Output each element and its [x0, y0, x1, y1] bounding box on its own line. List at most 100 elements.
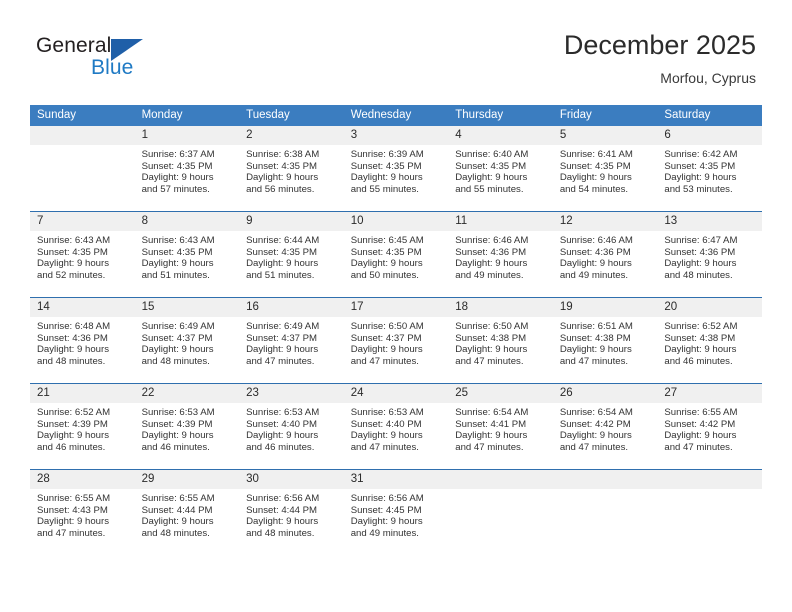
day-number: 4 [448, 126, 553, 145]
weekday-header-saturday: Saturday [657, 105, 762, 126]
calendar-day-cell[interactable]: 2 Sunrise: 6:38 AM Sunset: 4:35 PM Daylight… [239, 126, 344, 212]
calendar-day-cell[interactable] [30, 126, 135, 212]
day-detail-sunset: Sunset: 4:35 PM [559, 160, 631, 172]
day-detail-sunset: Sunset: 4:37 PM [350, 332, 422, 344]
day-detail-sunset: Sunset: 4:38 PM [455, 332, 527, 344]
day-details: Sunrise: 6:38 AM Sunset: 4:35 PM Daylight:… [239, 145, 344, 195]
calendar-day-cell[interactable]: 28 Sunrise: 6:55 AM Sunset: 4:43 PM Dayligh… [30, 469, 135, 555]
calendar-day-cell[interactable]: 11 Sunrise: 6:46 AM Sunset: 4:36 PM Dayligh… [448, 211, 553, 298]
day-number: 3 [343, 126, 449, 145]
day-detail-daylight-1: Daylight: 9 hours [350, 344, 423, 356]
day-detail-sunrise: Sunrise: 6:52 AM [664, 321, 738, 332]
calendar-day-cell[interactable]: 8 Sunrise: 6:43 AM Sunset: 4:35 PM Daylight… [134, 211, 240, 298]
calendar-day-cell[interactable] [448, 469, 553, 555]
calendar-day-cell[interactable]: 29 Sunrise: 6:55 AM Sunset: 4:44 PM Dayligh… [134, 469, 240, 555]
day-detail-daylight-1: Daylight: 9 hours [246, 344, 319, 356]
calendar-week-row: 14 Sunrise: 6:48 AM Sunset: 4:36 PM Dayligh… [30, 297, 762, 384]
calendar-day-cell[interactable]: 21 Sunrise: 6:52 AM Sunset: 4:39 PM Dayligh… [30, 383, 135, 470]
day-detail-sunrise: Sunrise: 6:46 AM [455, 235, 529, 246]
day-detail-daylight-1: Daylight: 9 hours [559, 344, 632, 356]
calendar-day-cell[interactable]: 26 Sunrise: 6:54 AM Sunset: 4:42 PM Dayligh… [552, 383, 658, 470]
calendar-day-cell[interactable] [657, 469, 762, 555]
day-details: Sunrise: 6:54 AM Sunset: 4:41 PM Daylight:… [448, 403, 553, 453]
calendar-day-cell[interactable]: 30 Sunrise: 6:56 AM Sunset: 4:44 PM Dayligh… [239, 469, 344, 555]
calendar-day-cell[interactable]: 22 Sunrise: 6:53 AM Sunset: 4:39 PM Dayligh… [134, 383, 240, 470]
calendar-day-cell[interactable]: 15 Sunrise: 6:49 AM Sunset: 4:37 PM Dayligh… [134, 297, 240, 384]
day-cell-content: 10 Sunrise: 6:45 AM Sunset: 4:35 PM Dayligh… [343, 212, 449, 297]
day-detail-sunrise: Sunrise: 6:37 AM [141, 149, 215, 160]
calendar-day-cell[interactable]: 10 Sunrise: 6:45 AM Sunset: 4:35 PM Dayligh… [343, 211, 449, 298]
calendar-table: Sunday Monday Tuesday Wednesday Thursday… [30, 105, 762, 555]
day-detail-daylight-2: and 52 minutes. [37, 269, 106, 281]
day-detail-daylight-2: and 49 minutes. [455, 269, 524, 281]
day-detail-sunrise: Sunrise: 6:41 AM [559, 149, 633, 160]
general-blue-logo[interactable]: General Blue [36, 34, 276, 88]
day-number: 6 [657, 126, 762, 145]
day-number: 9 [239, 212, 344, 231]
day-details: Sunrise: 6:44 AM Sunset: 4:35 PM Daylight:… [239, 231, 344, 281]
day-detail-sunset: Sunset: 4:35 PM [37, 246, 108, 258]
day-detail-sunset: Sunset: 4:36 PM [664, 246, 736, 258]
calendar-week-row: 7 Sunrise: 6:43 AM Sunset: 4:35 PM Daylight… [30, 211, 762, 298]
day-detail-sunset: Sunset: 4:45 PM [350, 504, 422, 516]
day-details: Sunrise: 6:56 AM Sunset: 4:45 PM Daylight:… [344, 489, 449, 539]
calendar-day-cell[interactable]: 5 Sunrise: 6:41 AM Sunset: 4:35 PM Daylight… [552, 126, 658, 212]
calendar-day-cell[interactable]: 13 Sunrise: 6:47 AM Sunset: 4:36 PM Dayligh… [657, 211, 762, 298]
day-detail-daylight-1: Daylight: 9 hours [141, 430, 214, 442]
calendar-week-row: 28 Sunrise: 6:55 AM Sunset: 4:43 PM Dayligh… [30, 469, 762, 555]
day-detail-daylight-2: and 50 minutes. [350, 269, 419, 281]
day-details: Sunrise: 6:49 AM Sunset: 4:37 PM Daylight:… [135, 317, 240, 367]
day-cell-content: 9 Sunrise: 6:44 AM Sunset: 4:35 PM Daylight… [239, 212, 344, 297]
calendar-day-cell[interactable]: 19 Sunrise: 6:51 AM Sunset: 4:38 PM Dayligh… [552, 297, 658, 384]
day-detail-sunrise: Sunrise: 6:39 AM [350, 149, 424, 160]
day-details: Sunrise: 6:50 AM Sunset: 4:37 PM Daylight:… [344, 317, 449, 367]
calendar-day-cell[interactable]: 31 Sunrise: 6:56 AM Sunset: 4:45 PM Dayligh… [343, 469, 449, 555]
day-number: 17 [343, 298, 449, 317]
day-number: 2 [239, 126, 344, 145]
calendar-day-cell[interactable]: 14 Sunrise: 6:48 AM Sunset: 4:36 PM Dayligh… [30, 297, 135, 384]
day-detail-daylight-2: and 51 minutes. [141, 269, 210, 281]
day-cell-content: 27 Sunrise: 6:55 AM Sunset: 4:42 PM Dayligh… [657, 384, 762, 469]
calendar-day-cell[interactable]: 17 Sunrise: 6:50 AM Sunset: 4:37 PM Dayligh… [343, 297, 449, 384]
day-number: 18 [448, 298, 553, 317]
calendar-day-cell[interactable]: 4 Sunrise: 6:40 AM Sunset: 4:35 PM Daylight… [448, 126, 553, 212]
day-detail-daylight-1: Daylight: 9 hours [246, 516, 319, 528]
day-cell-content: 15 Sunrise: 6:49 AM Sunset: 4:37 PM Dayligh… [134, 298, 240, 383]
day-detail-sunset: Sunset: 4:36 PM [455, 246, 527, 258]
day-details: Sunrise: 6:55 AM Sunset: 4:43 PM Daylight:… [30, 489, 135, 539]
day-detail-sunset: Sunset: 4:38 PM [664, 332, 736, 344]
calendar-day-cell[interactable]: 20 Sunrise: 6:52 AM Sunset: 4:38 PM Dayligh… [657, 297, 762, 384]
day-cell-content: 11 Sunrise: 6:46 AM Sunset: 4:36 PM Dayligh… [448, 212, 553, 297]
day-cell-content: 26 Sunrise: 6:54 AM Sunset: 4:42 PM Dayligh… [552, 384, 658, 469]
calendar-day-cell[interactable]: 7 Sunrise: 6:43 AM Sunset: 4:35 PM Daylight… [30, 211, 135, 298]
day-detail-daylight-2: and 49 minutes. [559, 269, 629, 281]
calendar-day-cell[interactable] [552, 469, 658, 555]
day-cell-content: 4 Sunrise: 6:40 AM Sunset: 4:35 PM Daylight… [448, 126, 553, 211]
day-detail-daylight-1: Daylight: 9 hours [141, 516, 214, 528]
day-number: 7 [30, 212, 135, 231]
page-title: December 2025 [563, 30, 756, 60]
day-cell-content: 25 Sunrise: 6:54 AM Sunset: 4:41 PM Dayligh… [448, 384, 553, 469]
calendar-day-cell[interactable]: 16 Sunrise: 6:49 AM Sunset: 4:37 PM Dayligh… [239, 297, 344, 384]
calendar-day-cell[interactable]: 3 Sunrise: 6:39 AM Sunset: 4:35 PM Daylight… [343, 126, 449, 212]
weekday-header-thursday: Thursday [448, 105, 553, 126]
day-details: Sunrise: 6:46 AM Sunset: 4:36 PM Daylight:… [448, 231, 553, 281]
day-detail-daylight-1: Daylight: 9 hours [664, 258, 737, 270]
calendar-day-cell[interactable]: 9 Sunrise: 6:44 AM Sunset: 4:35 PM Daylight… [239, 211, 344, 298]
calendar-day-cell[interactable]: 18 Sunrise: 6:50 AM Sunset: 4:38 PM Dayligh… [448, 297, 553, 384]
calendar-day-cell[interactable]: 27 Sunrise: 6:55 AM Sunset: 4:42 PM Dayligh… [657, 383, 762, 470]
calendar-day-cell[interactable]: 24 Sunrise: 6:53 AM Sunset: 4:40 PM Dayligh… [343, 383, 449, 470]
day-cell-content: 7 Sunrise: 6:43 AM Sunset: 4:35 PM Daylight… [30, 212, 135, 297]
day-detail-daylight-1: Daylight: 9 hours [141, 258, 214, 270]
day-details: Sunrise: 6:53 AM Sunset: 4:40 PM Daylight:… [239, 403, 344, 453]
calendar-day-cell[interactable]: 23 Sunrise: 6:53 AM Sunset: 4:40 PM Dayligh… [239, 383, 344, 470]
day-detail-sunrise: Sunrise: 6:40 AM [455, 149, 529, 160]
day-cell-content [657, 470, 762, 555]
calendar-day-cell[interactable]: 6 Sunrise: 6:42 AM Sunset: 4:35 PM Daylight… [657, 126, 762, 212]
day-cell-content [30, 126, 135, 211]
day-detail-sunrise: Sunrise: 6:50 AM [455, 321, 529, 332]
day-detail-daylight-2: and 47 minutes. [350, 355, 419, 367]
calendar-day-cell[interactable]: 1 Sunrise: 6:37 AM Sunset: 4:35 PM Daylight… [134, 126, 240, 212]
calendar-day-cell[interactable]: 25 Sunrise: 6:54 AM Sunset: 4:41 PM Dayligh… [448, 383, 553, 470]
calendar-day-cell[interactable]: 12 Sunrise: 6:46 AM Sunset: 4:36 PM Dayligh… [552, 211, 658, 298]
